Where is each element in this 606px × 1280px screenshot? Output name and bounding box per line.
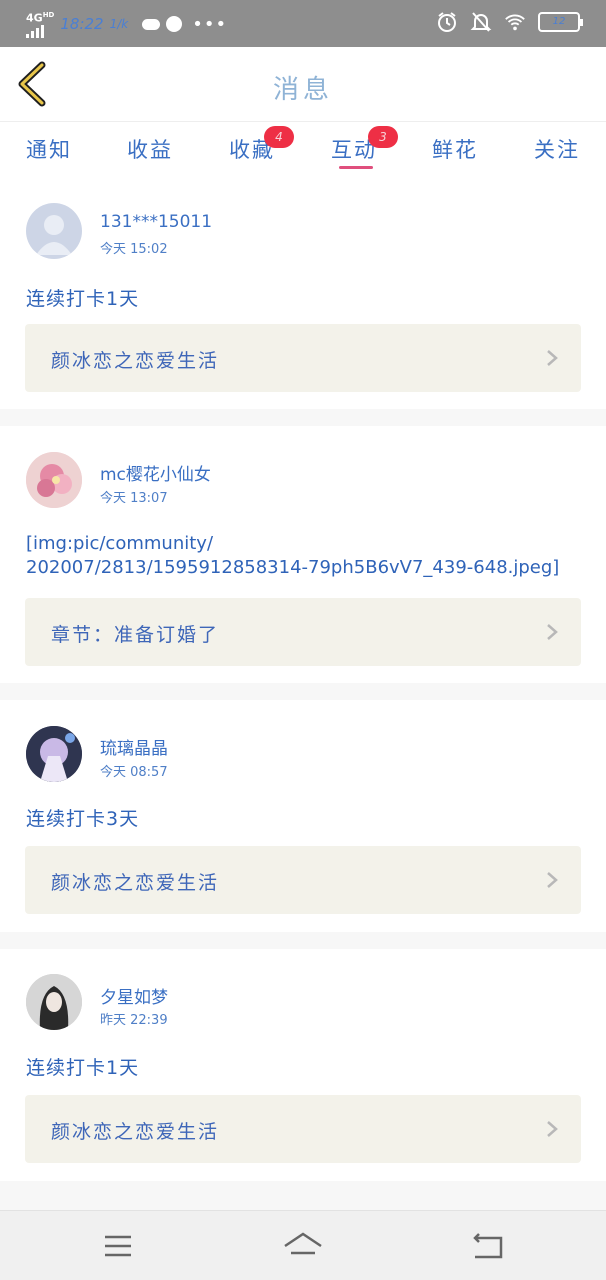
- message-content: 连续打卡1天: [26, 288, 140, 310]
- avatar[interactable]: [26, 726, 82, 782]
- menu-icon[interactable]: [98, 1229, 138, 1263]
- tab-label: 鲜花: [432, 138, 478, 162]
- message-time: 今天 08:57: [100, 765, 168, 780]
- message-content-line: 202007/2813/1595912858314-79ph5B6vV7_439…: [26, 557, 560, 578]
- page-title: 消息: [272, 75, 333, 105]
- status-time: 18:22: [60, 15, 104, 33]
- message-card: mc樱花小仙女 今天 13:07 [img:pic/community/ 202…: [0, 426, 606, 683]
- source-title: 章节：准备订婚了: [51, 624, 220, 646]
- tab-badge: 3: [368, 126, 398, 148]
- divider: [0, 683, 606, 700]
- chevron-right-icon: [547, 350, 558, 366]
- source-link[interactable]: 章节：准备订婚了: [25, 598, 581, 666]
- message-card: 夕星如梦 昨天 22:39 连续打卡1天 颜冰恋之恋爱生活: [0, 949, 606, 1181]
- nav-bar: 消息: [0, 47, 606, 122]
- active-tab-indicator: [339, 166, 373, 169]
- message-time: 昨天 22:39: [100, 1013, 168, 1028]
- tab-interactions[interactable]: 互动 3: [314, 126, 398, 169]
- cloud-icon: [142, 18, 161, 30]
- tab-following[interactable]: 关注: [517, 134, 597, 164]
- flower-avatar-icon: [26, 452, 82, 508]
- home-icon[interactable]: [283, 1229, 323, 1263]
- message-time: 今天 13:07: [100, 491, 168, 506]
- source-title: 颜冰恋之恋爱生活: [51, 350, 220, 372]
- avatar[interactable]: [26, 974, 82, 1030]
- message-content: 连续打卡3天: [26, 808, 140, 830]
- username[interactable]: 131***15011: [100, 212, 212, 232]
- tab-flowers[interactable]: 鲜花: [415, 134, 495, 164]
- tab-label: 通知: [26, 138, 72, 162]
- source-link[interactable]: 颜冰恋之恋爱生活: [25, 1095, 581, 1163]
- tab-earnings[interactable]: 收益: [110, 134, 190, 164]
- portrait-avatar-icon: [26, 974, 82, 1030]
- moon-icon: [166, 16, 183, 32]
- message-card: 琉璃晶晶 今天 08:57 连续打卡3天 颜冰恋之恋爱生活: [0, 700, 606, 932]
- divider: [0, 932, 606, 949]
- message-card: 131***15011 今天 15:02 连续打卡1天 颜冰恋之恋爱生活: [0, 176, 606, 409]
- source-title: 颜冰恋之恋爱生活: [51, 1121, 220, 1143]
- network-label: 4GHD: [26, 11, 55, 25]
- chevron-right-icon: [547, 1121, 558, 1137]
- tab-badge: 4: [264, 126, 294, 148]
- battery-icon: 12: [538, 12, 583, 32]
- tab-label: 关注: [534, 138, 580, 162]
- avatar[interactable]: [26, 203, 82, 259]
- tab-label: 收益: [127, 138, 173, 162]
- tab-bar: 通知 收益 收藏 4 互动 3 鲜花 关注: [0, 122, 606, 176]
- status-bar: 4GHD 18:22 1/k ••• 12: [0, 0, 606, 47]
- mute-bell-icon: [470, 12, 492, 32]
- message-content: 连续打卡1天: [26, 1057, 140, 1079]
- battery-level: 12: [552, 16, 566, 27]
- default-avatar-icon: [36, 215, 72, 255]
- chevron-right-icon: [547, 872, 558, 888]
- more-dots-icon: •••: [192, 13, 228, 35]
- source-link[interactable]: 颜冰恋之恋爱生活: [25, 846, 581, 914]
- username[interactable]: mc樱花小仙女: [100, 460, 211, 485]
- chevron-right-icon: [547, 624, 558, 640]
- source-title: 颜冰恋之恋爱生活: [51, 872, 220, 894]
- message-content-line: [img:pic/community/: [26, 533, 214, 554]
- wifi-icon: [505, 14, 525, 31]
- alarm-icon: [438, 12, 456, 32]
- username[interactable]: 夕星如梦: [100, 983, 168, 1008]
- username[interactable]: 琉璃晶晶: [100, 734, 168, 759]
- avatar[interactable]: [26, 452, 82, 508]
- status-right: 12: [436, 11, 583, 33]
- return-icon[interactable]: [467, 1229, 507, 1263]
- tab-favorites[interactable]: 收藏 4: [212, 126, 294, 164]
- system-nav-bar: [0, 1210, 606, 1280]
- status-extra: 1/k: [109, 17, 129, 31]
- divider: [0, 1181, 606, 1210]
- message-content: [img:pic/community/ 202007/2813/15959128…: [26, 532, 559, 580]
- source-link[interactable]: 颜冰恋之恋爱生活: [25, 324, 581, 392]
- tab-notifications[interactable]: 通知: [9, 134, 89, 164]
- signal-icon: [26, 24, 54, 38]
- divider: [0, 409, 606, 426]
- message-time: 今天 15:02: [100, 242, 168, 257]
- illustration-avatar-icon: [26, 726, 82, 782]
- network-indicator: 4GHD: [26, 10, 54, 38]
- status-left: 4GHD 18:22 1/k •••: [26, 10, 227, 38]
